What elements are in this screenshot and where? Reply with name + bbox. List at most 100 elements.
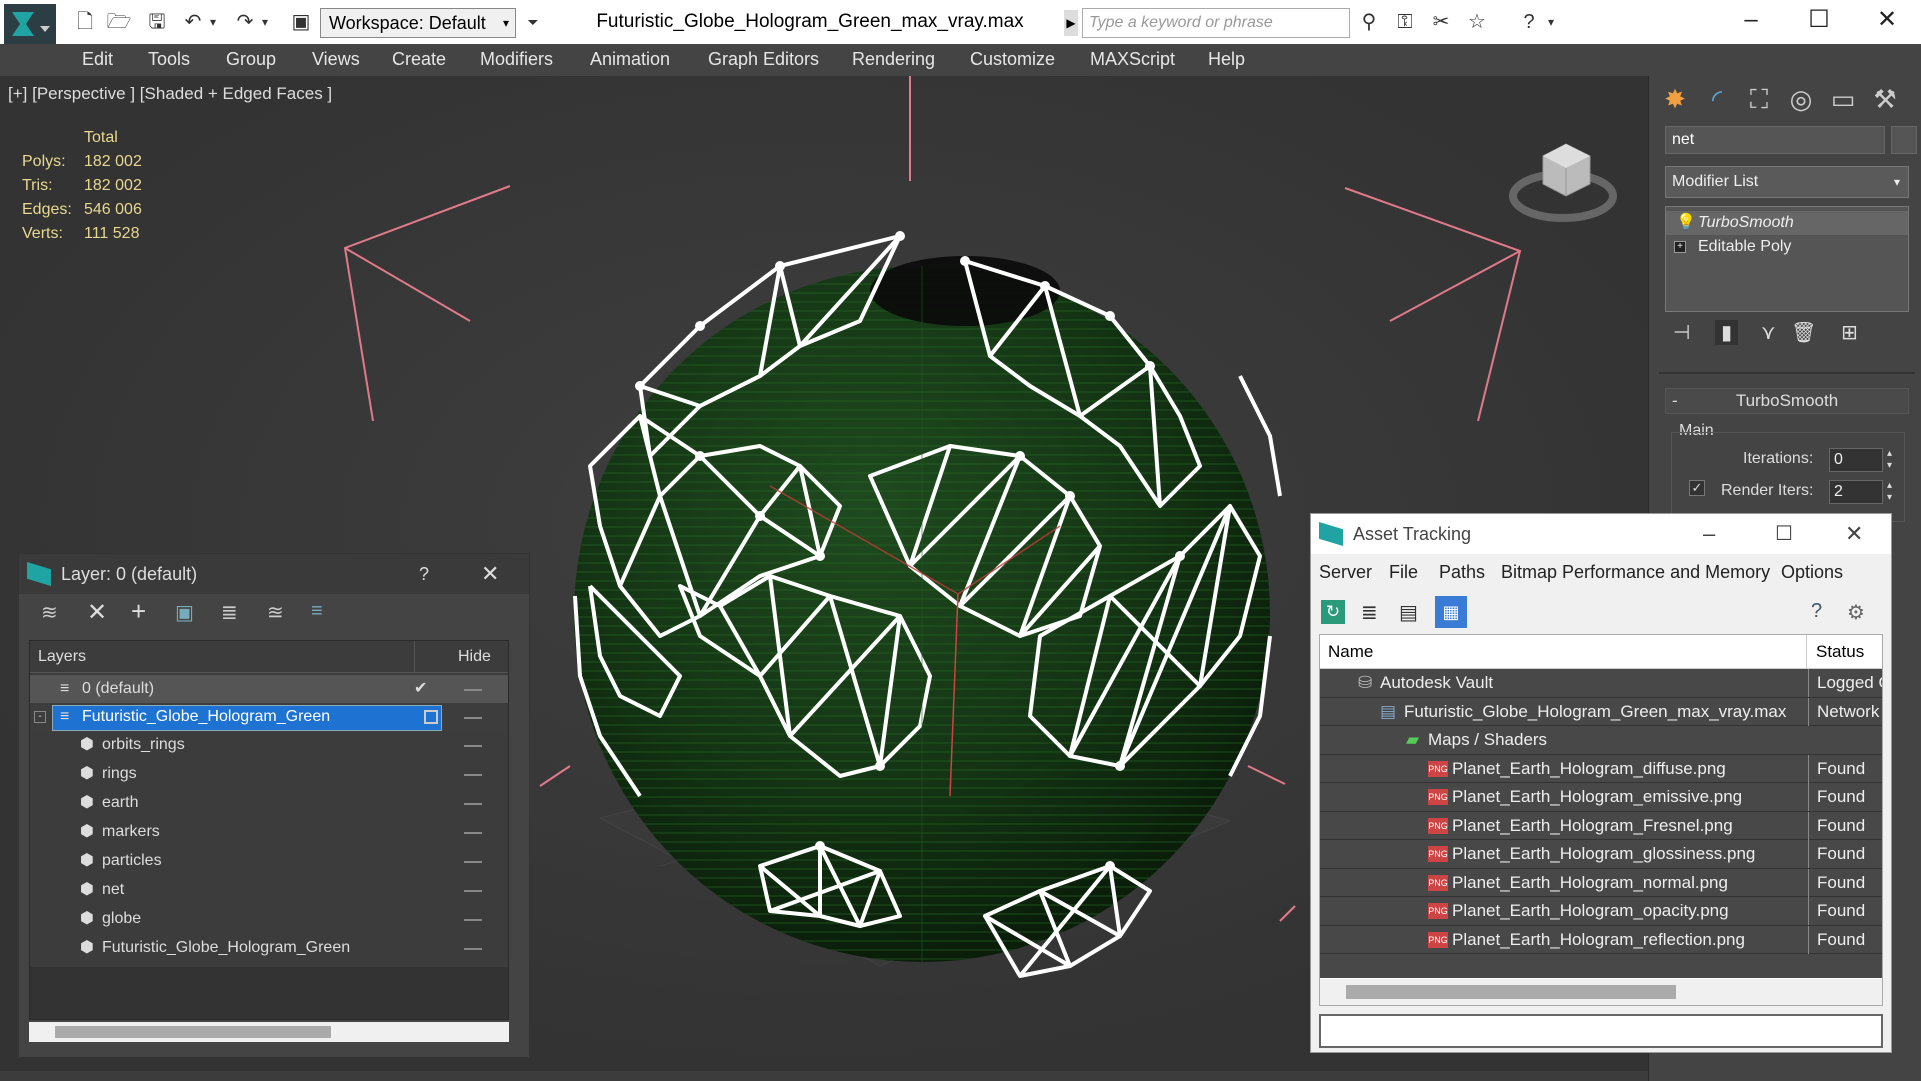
project-folder-icon[interactable]: ▣ [288, 10, 314, 34]
open-file-icon[interactable]: 🗁 [106, 10, 132, 34]
layer-object-row[interactable]: ⬢ particles [30, 847, 508, 876]
menu-edit[interactable]: Edit [82, 49, 113, 70]
object-name-field[interactable]: net [1665, 126, 1885, 154]
scrollbar-thumb[interactable] [55, 1026, 331, 1038]
render-iters-checkbox[interactable]: ✓ [1689, 480, 1705, 496]
maximize-icon[interactable]: ☐ [1775, 514, 1793, 554]
new-file-icon[interactable]: 🗋 [72, 10, 98, 34]
asset-row[interactable]: ▰ Maps / Shaders [1320, 726, 1882, 755]
make-unique-icon[interactable]: ⋎ [1761, 320, 1776, 345]
create-tab-icon[interactable]: ✸ [1657, 82, 1693, 116]
select-objects-icon[interactable]: ▣ [175, 600, 194, 625]
asset-path-field[interactable] [1319, 1014, 1883, 1048]
menu-create[interactable]: Create [392, 49, 446, 70]
object-color-swatch[interactable] [1891, 126, 1917, 154]
asset-row[interactable]: PNG Planet_Earth_Hologram_glossiness.png F… [1320, 840, 1882, 869]
asset-row[interactable]: ⛁Autodesk VaultLogged O [1320, 669, 1882, 698]
menu-views[interactable]: Views [312, 49, 360, 70]
asset-row[interactable]: PNG Planet_Earth_Hologram_opacity.png Foun… [1320, 897, 1882, 926]
layer-object-row[interactable]: ⬢ globe [30, 905, 508, 934]
stack-item-turbosmooth[interactable]: 💡 TurboSmooth [1666, 211, 1908, 235]
app-logo-icon[interactable] [4, 4, 56, 44]
layer-row[interactable]: ≡ 0 (default) ✔ [30, 675, 508, 704]
horizontal-scrollbar[interactable] [1320, 979, 1882, 1005]
menu-tools[interactable]: Tools [148, 49, 190, 70]
lightbulb-icon[interactable]: 💡 [1676, 211, 1696, 235]
menu-modifiers[interactable]: Modifiers [480, 49, 553, 70]
help-icon[interactable]: ? [1811, 600, 1822, 623]
menu-maxscript[interactable]: MAXScript [1090, 49, 1175, 70]
asset-menu-server[interactable]: Server [1319, 562, 1372, 583]
layer-row[interactable]: - ≡ Futuristic_Globe_Hologram_Green [30, 703, 508, 732]
layer-object-row[interactable]: ⬢ net [30, 876, 508, 905]
asset-window-titlebar[interactable]: Asset Tracking – ☐ ✕ [1311, 514, 1891, 554]
maximize-icon[interactable]: ☐ [1784, 0, 1854, 40]
undo-dropdown-icon[interactable]: ▾ [206, 10, 220, 34]
iterations-spinner[interactable]: 0 [1829, 448, 1883, 472]
layer-object-row[interactable]: ⬢ earth [30, 789, 508, 818]
spinner-arrows-icon[interactable]: ▴ ▾ [1887, 448, 1892, 472]
pin-stack-icon[interactable]: ⊣ [1673, 320, 1690, 345]
refresh-icon[interactable]: ↻ [1321, 600, 1345, 624]
rollout-header[interactable]: - TurboSmooth [1665, 388, 1909, 414]
minimize-icon[interactable]: – [1703, 514, 1715, 554]
asset-row[interactable]: PNG Planet_Earth_Hologram_Fresnel.png Foun… [1320, 811, 1882, 840]
settings-icon[interactable]: ⚙ [1847, 600, 1865, 625]
undo-icon[interactable]: ↶ [180, 10, 206, 34]
redo-dropdown-icon[interactable]: ▾ [258, 10, 272, 34]
layer-object-row[interactable]: ⬢ orbits_rings [30, 731, 508, 760]
col-hide[interactable]: Hide [458, 641, 491, 673]
expand-search-icon[interactable]: ▶ [1064, 10, 1078, 36]
configure-sets-icon[interactable]: ⊞ [1841, 320, 1858, 345]
display-tab-icon[interactable]: ▭ [1825, 82, 1861, 116]
render-iters-spinner[interactable]: 2 [1829, 480, 1883, 504]
col-name[interactable]: Name [1328, 635, 1373, 669]
spinner-arrows-icon[interactable]: ▴ ▾ [1887, 480, 1892, 504]
remove-modifier-icon[interactable]: 🗑 [1791, 320, 1816, 345]
layer-object-row[interactable]: ⬢ Futuristic_Globe_Hologram_Green [30, 934, 508, 963]
menu-customize[interactable]: Customize [970, 49, 1055, 70]
menu-group[interactable]: Group [226, 49, 276, 70]
utilities-tab-icon[interactable]: ⚒ [1867, 82, 1903, 116]
favorites-star-icon[interactable]: ☆ [1464, 10, 1490, 34]
collapse-icon[interactable]: - [34, 711, 46, 723]
asset-row[interactable]: PNG Planet_Earth_Hologram_normal.png Found [1320, 868, 1882, 897]
asset-menu-file[interactable]: File [1389, 562, 1418, 583]
redo-icon[interactable]: ↷ [232, 10, 258, 34]
asset-row[interactable]: PNG Planet_Earth_Hologram_emissive.png Fou… [1320, 783, 1882, 812]
search-input[interactable]: Type a keyword or phrase [1082, 8, 1350, 38]
modify-tab-icon[interactable]: ◜ [1699, 82, 1735, 116]
horizontal-scrollbar[interactable] [29, 1022, 509, 1042]
workspace-menu-icon[interactable]: ⏷ [520, 10, 546, 34]
layer-window-titlebar[interactable]: Layer: 0 (default) ? ✕ [19, 554, 529, 594]
sign-in-icon[interactable]: ✂ [1428, 10, 1454, 34]
current-layer-box-icon[interactable] [424, 710, 438, 724]
thumbnail-view-icon[interactable]: ▤ [1399, 600, 1418, 625]
col-layers[interactable]: Layers [38, 641, 86, 673]
asset-row[interactable]: PNG Planet_Earth_Hologram_diffuse.png Foun… [1320, 754, 1882, 783]
asset-row[interactable]: PNG Planet_Earth_Hologram_reflection.png F… [1320, 925, 1882, 954]
layer-object-row[interactable]: ⬢ markers [30, 818, 508, 847]
help-icon[interactable]: ? [1516, 10, 1542, 34]
active-layer-checkmark-icon[interactable]: ✔ [414, 675, 427, 703]
modifier-list-dropdown[interactable]: Modifier List ▾ [1665, 166, 1909, 198]
viewport-label[interactable]: [+] [Perspective ] [Shaded + Edged Faces… [8, 84, 332, 104]
select-layer-icon[interactable]: ≣ [221, 600, 238, 625]
show-end-result-icon[interactable]: ▮ [1715, 320, 1739, 345]
asset-menu-paths[interactable]: Paths [1439, 562, 1485, 583]
workspace-selector[interactable]: Workspace: Default ▾ [320, 8, 516, 38]
col-status[interactable]: Status [1816, 635, 1864, 669]
stack-item-editable-poly[interactable]: + Editable Poly [1666, 235, 1908, 259]
save-icon[interactable]: 🖫 [144, 10, 170, 34]
viewcube[interactable] [1508, 126, 1618, 226]
minimize-icon[interactable]: – [1716, 0, 1786, 40]
asset-menu-options[interactable]: Options [1781, 562, 1843, 583]
help-dropdown-icon[interactable]: ▾ [1544, 10, 1558, 34]
close-icon[interactable]: ✕ [1852, 0, 1921, 40]
close-icon[interactable]: ✕ [481, 554, 499, 594]
asset-row[interactable]: ▤ Futuristic_Globe_Hologram_Green_max_vra… [1320, 697, 1882, 726]
hierarchy-tab-icon[interactable]: ⛶ [1741, 82, 1777, 116]
create-layer-icon[interactable]: ≋ [41, 600, 58, 625]
hide-all-icon[interactable]: ≊ [267, 600, 284, 625]
menu-rendering[interactable]: Rendering [852, 49, 935, 70]
